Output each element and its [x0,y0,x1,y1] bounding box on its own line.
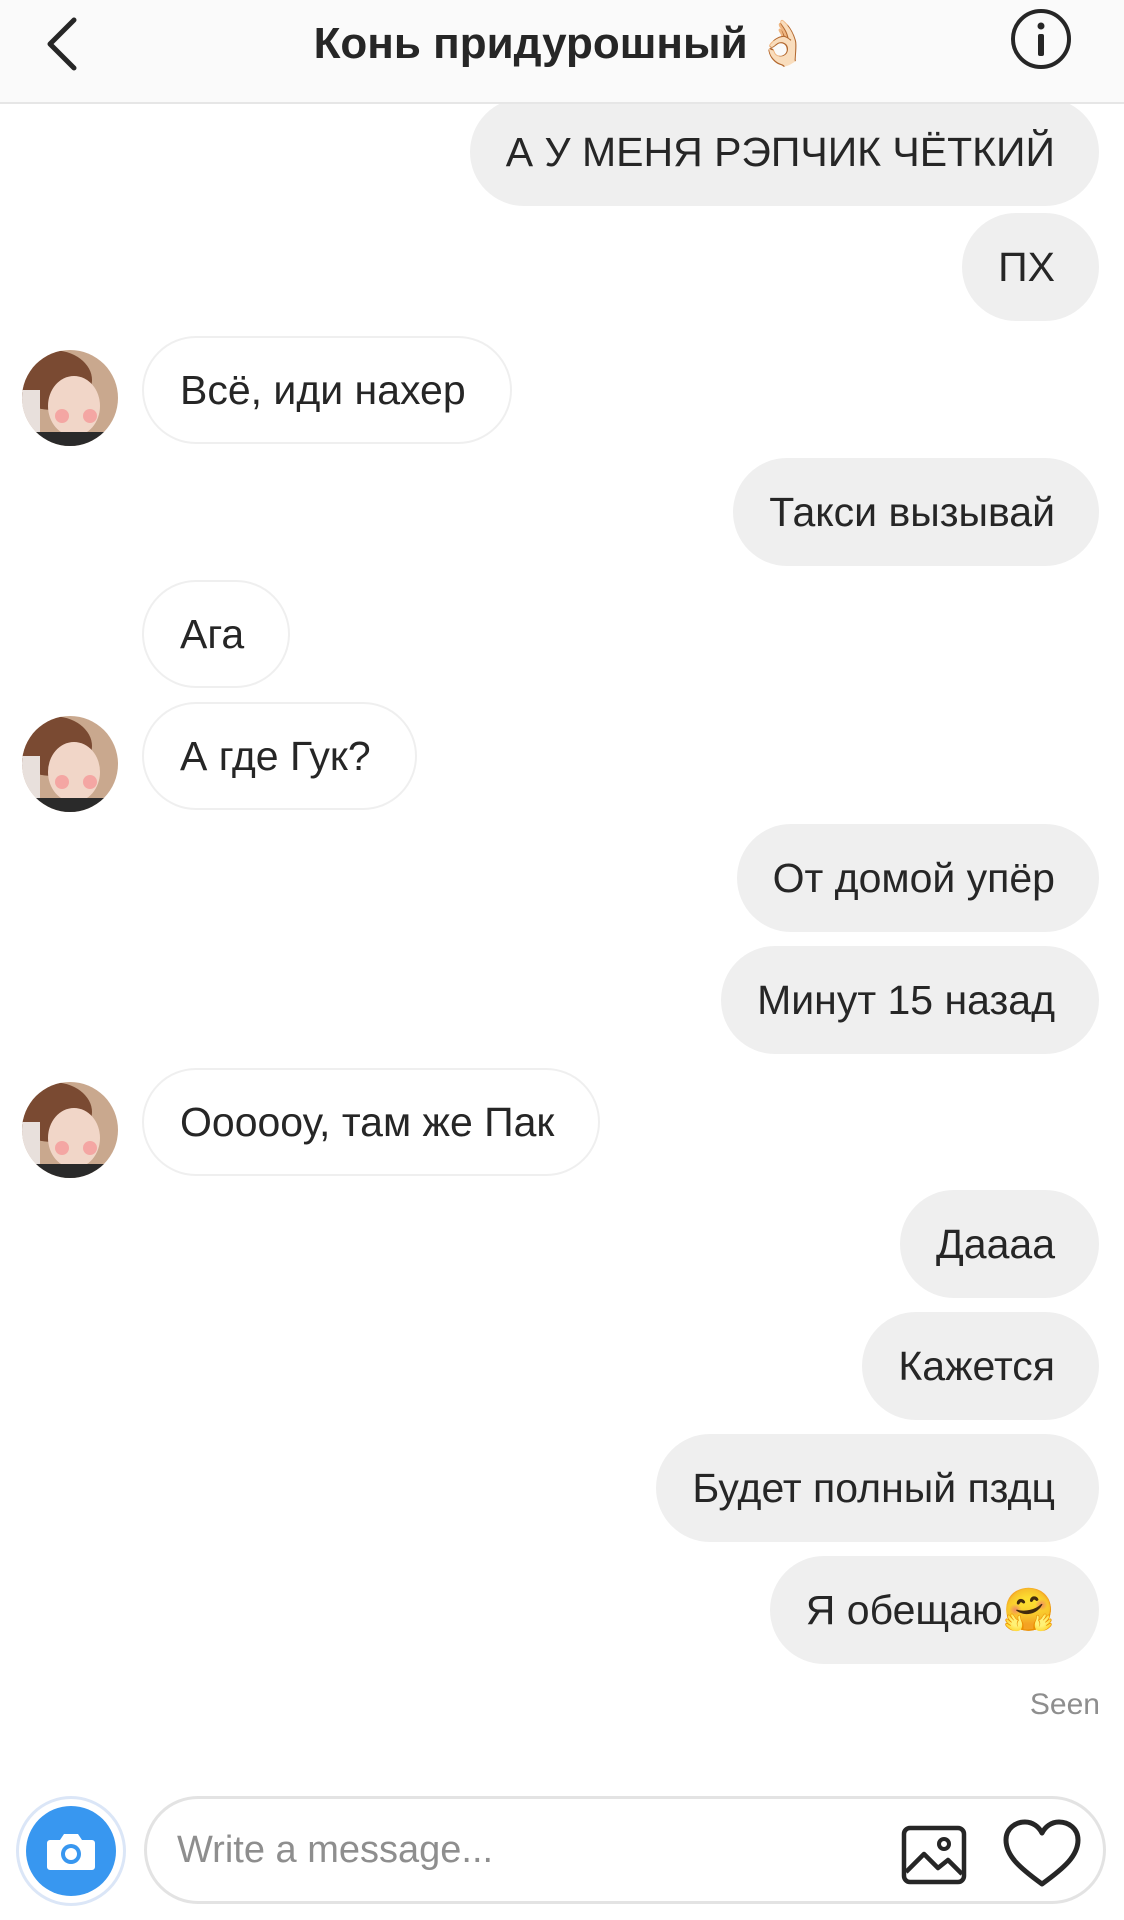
message-row: Даааа [0,1190,1124,1298]
heart-icon[interactable] [1002,1818,1082,1890]
message-text: Всё, иди нахер [180,367,466,413]
message-row: ПХ [0,213,1124,321]
message-row: А У МЕНЯ РЭПЧИК ЧЁТКИЙ [0,98,1124,206]
outgoing-message[interactable]: Даааа [900,1190,1099,1298]
contact-avatar[interactable] [22,716,118,812]
chat-title[interactable]: Конь придурошный 👌🏻 [0,14,1124,74]
message-thread[interactable]: А У МЕНЯ РЭПЧИК ЧЁТКИЙ ПХ Всё, иди нахер… [0,0,1124,1760]
message-row: Ага [0,580,1124,688]
ok-hand-emoji: 👌🏻 [755,19,811,68]
outgoing-message[interactable]: А У МЕНЯ РЭПЧИК ЧЁТКИЙ [469,98,1099,206]
message-row: Кажется [0,1312,1124,1420]
outgoing-message[interactable]: От домой упёр [736,824,1099,932]
message-row: Минут 15 назад [0,946,1124,1054]
info-circle-icon[interactable] [1008,6,1074,72]
contact-avatar[interactable] [22,1082,118,1178]
message-text: Оооооу, там же Пак [180,1099,555,1145]
message-row: Такси вызывай [0,458,1124,566]
outgoing-message[interactable]: Такси вызывай [733,458,1099,566]
outgoing-message[interactable]: Минут 15 назад [721,946,1099,1054]
outgoing-message[interactable]: ПХ [962,213,1099,321]
message-row: А где Гук? [0,702,1124,812]
message-text: Я обещаю [805,1587,1003,1633]
image-gallery-icon[interactable] [898,1818,970,1890]
message-row: Всё, иди нахер [0,336,1124,446]
chat-header: Конь придурошный 👌🏻 [0,0,1124,104]
incoming-message[interactable]: Ага [142,580,291,688]
message-text: Ага [180,611,245,657]
message-row: Будет полный пздц [0,1434,1124,1542]
message-row: Оооооу, там же Пак [0,1068,1124,1178]
camera-icon [26,1806,116,1896]
message-text: Будет полный пздц [692,1465,1055,1511]
message-row: Я обещаю🤗 [0,1556,1124,1664]
outgoing-message[interactable]: Я обещаю🤗 [769,1556,1099,1664]
message-text: Такси вызывай [769,489,1055,535]
message-text: От домой упёр [772,855,1055,901]
message-text: Даааа [936,1221,1055,1267]
incoming-message[interactable]: Оооооу, там же Пак [142,1068,601,1176]
outgoing-message[interactable]: Будет полный пздц [656,1434,1099,1542]
hugging-face-emoji: 🤗 [1002,1586,1055,1633]
contact-name: Конь придурошный [313,19,748,68]
message-text: А У МЕНЯ РЭПЧИК ЧЁТКИЙ [505,129,1055,175]
outgoing-message[interactable]: Кажется [862,1312,1099,1420]
incoming-message[interactable]: Всё, иди нахер [142,336,512,444]
message-text: А где Гук? [180,733,371,779]
seen-status: Seen [1029,1688,1100,1721]
incoming-message[interactable]: А где Гук? [142,702,417,810]
message-composer [0,1778,1124,1920]
message-row: От домой упёр [0,824,1124,932]
message-text: ПХ [998,244,1055,290]
message-text: Кажется [898,1343,1055,1389]
camera-button[interactable] [16,1796,126,1906]
message-text: Минут 15 назад [757,977,1055,1023]
contact-avatar[interactable] [22,350,118,446]
